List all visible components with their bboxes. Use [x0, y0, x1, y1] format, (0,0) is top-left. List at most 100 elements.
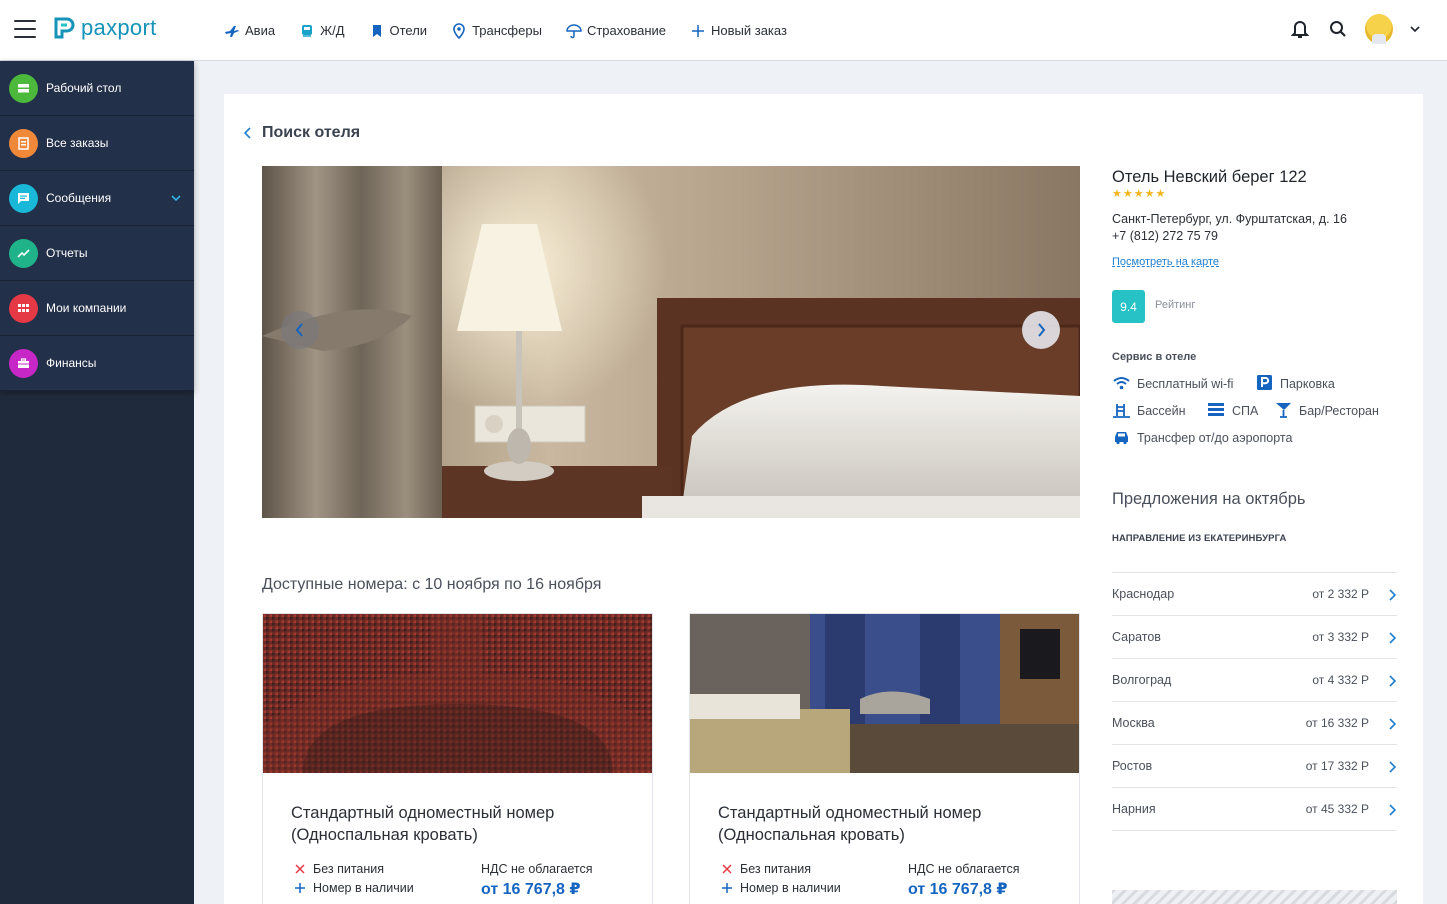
chevron-left-icon	[244, 127, 251, 139]
rating-badge: 9.4	[1112, 290, 1145, 323]
bookmark-icon	[372, 24, 381, 37]
service-pool: Бассейн	[1112, 402, 1186, 419]
spa-icon	[1208, 403, 1224, 416]
grid-icon	[9, 293, 38, 323]
promo-image	[1112, 890, 1397, 904]
offers-list: Краснодар от 2 332 Р Саратов от 3 332 Р …	[1112, 572, 1397, 831]
orders-icon	[9, 128, 38, 158]
sidebar-menu: Рабочий стол Все заказы Сообщения Отчеты…	[0, 61, 194, 391]
hotel-address: Санкт-Петербург, ул. Фурштатская, д. 16	[1112, 212, 1347, 226]
services-title: Сервис в отеле	[1112, 351, 1197, 363]
carousel-prev-button[interactable]	[281, 311, 319, 349]
nav-train[interactable]: Ж/Д	[299, 23, 345, 39]
star-icon: ★	[1112, 188, 1122, 200]
chevron-right-icon	[1389, 632, 1397, 644]
train-icon	[302, 24, 313, 37]
nav-transfers[interactable]: Трансферы	[451, 22, 542, 39]
offers-title: Предложения на октябрь	[1112, 490, 1306, 508]
chevron-right-icon	[1038, 323, 1046, 337]
nav-hotels[interactable]: Отели	[369, 23, 427, 39]
sidebar-item-reports[interactable]: Отчеты	[0, 226, 194, 281]
offer-row[interactable]: Москва от 16 332 Р	[1112, 702, 1397, 745]
chevron-right-icon	[1389, 761, 1397, 773]
umbrella-icon	[566, 23, 582, 38]
pool-icon	[1113, 404, 1130, 418]
nav-insurance[interactable]: Страхование	[566, 23, 666, 39]
rooms-title: Доступные номера: с 10 ноября по 16 нояб…	[262, 576, 602, 593]
chevron-down-icon[interactable]	[1409, 18, 1421, 40]
offer-row[interactable]: Ростов от 17 332 Р	[1112, 745, 1397, 788]
top-right-controls	[1289, 14, 1421, 44]
room-photo	[690, 614, 1079, 773]
star-icon: ★	[1144, 188, 1155, 200]
map-link[interactable]: Посмотреть на карте	[1112, 256, 1219, 268]
offer-row[interactable]: Волгоград от 4 332 Р	[1112, 659, 1397, 702]
main-content: Поиск отеля Доступные номера: с 10 ноябр…	[224, 94, 1423, 904]
menu-icon[interactable]	[14, 20, 36, 38]
close-icon	[722, 864, 732, 874]
chevron-right-icon	[1389, 675, 1397, 687]
room-card[interactable]: Стандартный одноместный номер (Односпаль…	[689, 613, 1080, 904]
cocktail-icon	[1276, 403, 1291, 418]
offers-direction: НАПРАВЛЕНИЕ ИЗ ЕКАТЕРИНБУРГА	[1112, 533, 1287, 544]
bell-icon[interactable]	[1289, 18, 1311, 40]
room-feature-availability: Номер в наличии	[295, 881, 414, 895]
room-price[interactable]: от 16 767,8 ₽	[481, 879, 581, 899]
room-feature-meal: Без питания	[295, 862, 384, 876]
sidebar: Рабочий стол Все заказы Сообщения Отчеты…	[0, 61, 194, 904]
plus-icon	[692, 24, 704, 37]
close-icon	[295, 864, 305, 874]
parking-icon	[1257, 375, 1272, 390]
room-feature-availability: Номер в наличии	[722, 881, 841, 895]
search-icon[interactable]	[1327, 18, 1349, 40]
offer-row[interactable]: Саратов от 3 332 Р	[1112, 616, 1397, 659]
service-transfer: Трансфер от/до аэропорта	[1112, 429, 1292, 446]
star-icon: ★	[1133, 188, 1144, 200]
hotel-stars: ★ ★ ★ ★ ★	[1112, 189, 1165, 200]
room-vat: НДС не облагается	[908, 862, 1020, 876]
location-pin-icon	[453, 22, 465, 39]
plane-icon	[225, 25, 239, 37]
chevron-left-icon	[295, 323, 303, 337]
room-name: Стандартный одноместный номер (Односпаль…	[291, 804, 555, 844]
room-card[interactable]: Стандартный одноместный номер (Односпаль…	[262, 613, 653, 904]
carousel-next-button[interactable]	[1022, 311, 1060, 349]
car-icon	[1115, 432, 1128, 445]
briefcase-icon	[9, 348, 38, 378]
hotel-phone: +7 (812) 272 75 79	[1112, 229, 1218, 243]
wifi-icon	[1113, 377, 1130, 390]
service-wifi: Бесплатный wi-fi	[1112, 375, 1233, 392]
room-name: Стандартный одноместный номер (Односпаль…	[718, 804, 982, 844]
chat-icon	[9, 183, 38, 213]
chevron-right-icon	[1389, 718, 1397, 730]
star-icon: ★	[1155, 188, 1166, 200]
offer-row[interactable]: Краснодар от 2 332 Р	[1112, 573, 1397, 616]
sidebar-item-finance[interactable]: Финансы	[0, 336, 194, 391]
chevron-down-icon[interactable]	[170, 192, 182, 204]
hotel-photo-carousel	[262, 166, 1080, 518]
chart-trend-icon	[9, 238, 38, 268]
top-bar: paxport Авиа Ж/Д Отели Трансферы Страхов…	[0, 0, 1447, 61]
room-price[interactable]: от 16 767,8 ₽	[908, 879, 1008, 899]
page-title: Поиск отеля	[262, 124, 361, 141]
nav-avia[interactable]: Авиа	[224, 23, 275, 39]
logo-text: paxport	[81, 15, 157, 40]
room-photo	[263, 614, 652, 773]
sidebar-item-orders[interactable]: Все заказы	[0, 116, 194, 171]
rating-label: Рейтинг	[1155, 299, 1196, 311]
logo[interactable]: paxport	[53, 15, 156, 41]
plus-icon	[295, 883, 305, 893]
nav-new-order[interactable]: Новый заказ	[690, 23, 787, 39]
sidebar-item-companies[interactable]: Мои компании	[0, 281, 194, 336]
hotel-name: Отель Невский берег 122	[1112, 168, 1307, 186]
chevron-right-icon	[1389, 589, 1397, 601]
service-parking: Парковка	[1255, 375, 1335, 392]
room-feature-meal: Без питания	[722, 862, 811, 876]
room-vat: НДС не облагается	[481, 862, 593, 876]
sidebar-item-desktop[interactable]: Рабочий стол	[0, 61, 194, 116]
avatar[interactable]	[1365, 14, 1393, 44]
hotel-photo	[262, 166, 1080, 518]
back-button[interactable]: Поиск отеля	[244, 124, 360, 142]
sidebar-item-messages[interactable]: Сообщения	[0, 171, 194, 226]
offer-row[interactable]: Нарния от 45 332 Р	[1112, 788, 1397, 831]
